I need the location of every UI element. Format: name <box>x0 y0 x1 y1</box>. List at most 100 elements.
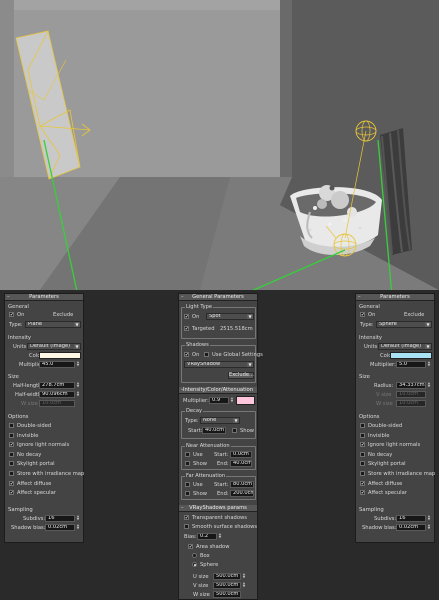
exclude-button[interactable]: Exclude... <box>228 372 254 379</box>
3d-viewport[interactable] <box>0 0 439 290</box>
area-shadow-checkbox[interactable] <box>188 544 193 549</box>
option-checkbox[interactable] <box>9 490 14 496</box>
near-show-checkbox[interactable] <box>185 461 190 466</box>
spinner-arrows-icon[interactable]: ▲ ▼ <box>427 381 431 389</box>
spinner-arrows-icon[interactable]: ▲ ▼ <box>76 523 80 531</box>
option-checkbox[interactable] <box>9 451 14 457</box>
option-checkbox[interactable] <box>9 442 14 448</box>
near-use-checkbox[interactable] <box>185 452 190 457</box>
units-dropdown[interactable]: Default (image) ▼ <box>378 343 432 350</box>
color-swatch[interactable] <box>39 352 81 359</box>
box-radio[interactable] <box>192 553 197 558</box>
decay-start-spinner[interactable]: 40.0cm <box>202 427 226 434</box>
shadow-type-dropdown[interactable]: VRayShadow ▼ <box>184 361 254 368</box>
spinner-arrows-icon[interactable]: ▲ ▼ <box>427 360 431 368</box>
light-type-dropdown[interactable]: Spot ▼ <box>206 313 254 320</box>
transparent-shadows-checkbox[interactable] <box>184 515 189 520</box>
smooth-surface-shadows-checkbox[interactable] <box>184 524 189 529</box>
targeted-checkbox[interactable] <box>184 326 189 331</box>
far-start-spinner[interactable]: 80.0cm <box>230 481 254 488</box>
option-label: Affect diffuse <box>17 480 52 487</box>
spinner-arrows-icon[interactable]: ▲ ▼ <box>427 523 431 531</box>
decay-show-checkbox[interactable] <box>232 428 237 433</box>
parameter-panels: –Parameters General On Exclude Type: Pla… <box>0 290 439 600</box>
subdivs-label: Subdivs: <box>374 516 397 522</box>
radius-spinner[interactable]: 34.337cm <box>396 382 426 389</box>
shadows-on-checkbox[interactable] <box>184 352 189 357</box>
w-size-spinner[interactable]: 500.0cm <box>213 591 241 598</box>
units-dropdown[interactable]: Default (image) ▼ <box>27 343 81 350</box>
far-end-spinner[interactable]: 200.0cm <box>230 490 254 497</box>
rollout-title: Intensity/Color/Attenuation <box>182 387 254 393</box>
exclude-button[interactable]: Exclude <box>53 312 73 318</box>
light-on-checkbox[interactable] <box>184 314 189 319</box>
on-label: On <box>368 312 376 318</box>
option-checkbox[interactable] <box>360 442 365 448</box>
left-rollout-header[interactable]: – Parameters <box>5 294 83 301</box>
option-checkbox[interactable] <box>9 480 14 486</box>
option-checkbox[interactable] <box>360 480 365 486</box>
option-checkbox[interactable] <box>360 451 365 457</box>
exclude-button[interactable]: Exclude <box>404 312 424 318</box>
spinner-arrows-icon[interactable]: ▲ ▼ <box>242 572 246 580</box>
on-checkbox[interactable] <box>360 312 365 317</box>
group-title: Far Attenuation <box>185 473 227 479</box>
option-checkbox[interactable] <box>9 471 14 476</box>
multiplier-spinner[interactable]: 45.0 <box>39 361 75 368</box>
units-value: Default (image) <box>30 343 71 349</box>
spinner-arrows-icon[interactable]: ▲ ▼ <box>242 581 246 589</box>
shadow-bias-spinner[interactable]: 0.02cm <box>396 524 426 531</box>
near-start-spinner[interactable]: 0.0cm <box>230 451 252 458</box>
half-width-spinner[interactable]: 90.096cm <box>39 391 75 398</box>
spinner-arrows-icon[interactable]: ▲ ▼ <box>76 360 80 368</box>
w-size-label: W size <box>21 401 38 407</box>
v-size-spinner[interactable]: 500.0cm <box>213 582 241 589</box>
option-checkbox[interactable] <box>360 423 365 428</box>
section-intensity: Intensity <box>359 335 383 341</box>
w-size-spinner: 10.0cm <box>39 400 75 407</box>
option-checkbox[interactable] <box>360 432 365 438</box>
option-checkbox[interactable] <box>360 490 365 496</box>
option-checkbox[interactable] <box>9 423 14 428</box>
option-checkbox[interactable] <box>360 461 365 467</box>
shadow-bias-spinner[interactable]: 0.02cm <box>45 524 75 531</box>
spinner-arrows-icon[interactable]: ▲ ▼ <box>76 381 80 389</box>
general-parameters-rollout-header[interactable]: – General Parameters <box>179 294 257 301</box>
w-size-spinner: 10.0cm <box>396 400 426 407</box>
multiplier-spinner[interactable]: 0.9 <box>209 397 229 404</box>
u-size-label: U size <box>193 574 209 580</box>
option-checkbox[interactable] <box>9 461 14 467</box>
decay-type-label: Type: <box>185 418 199 424</box>
light-color-swatch[interactable] <box>236 396 255 405</box>
intensity-rollout-header[interactable]: – Intensity/Color/Attenuation <box>179 387 257 394</box>
sphere-radio[interactable] <box>192 562 197 567</box>
rollout-title: Parameters <box>380 294 410 300</box>
subdivs-spinner[interactable]: 16 <box>396 515 426 522</box>
use-global-settings-label: Use Global Settings <box>212 352 263 358</box>
spinner-arrows-icon[interactable]: ▲ ▼ <box>427 514 431 522</box>
option-checkbox[interactable] <box>9 432 14 438</box>
vray-shadows-rollout-header[interactable]: – VRayShadows params <box>179 505 257 512</box>
spinner-arrows-icon[interactable]: ▲ ▼ <box>76 514 80 522</box>
far-use-checkbox[interactable] <box>185 482 190 487</box>
spinner-arrows-icon[interactable]: ▲ ▼ <box>218 532 222 540</box>
on-checkbox[interactable] <box>9 312 14 317</box>
multiplier-spinner[interactable]: 5.0 <box>396 361 426 368</box>
type-value: Plane <box>28 321 42 327</box>
subdivs-spinner[interactable]: 16 <box>45 515 75 522</box>
use-global-settings-checkbox[interactable] <box>204 352 209 357</box>
half-length-spinner[interactable]: 278.7cm <box>39 382 75 389</box>
spinner-arrows-icon[interactable]: ▲ ▼ <box>76 390 80 398</box>
color-swatch[interactable] <box>390 352 432 359</box>
type-dropdown[interactable]: Sphere ▼ <box>376 321 432 328</box>
near-end-spinner[interactable]: 40.0cm <box>230 460 252 467</box>
spinner-arrows-icon[interactable]: ▲ ▼ <box>230 396 234 404</box>
option-checkbox[interactable] <box>360 471 365 476</box>
bias-spinner[interactable]: 0.2 <box>197 533 217 540</box>
far-show-checkbox[interactable] <box>185 491 190 496</box>
u-size-spinner[interactable]: 500.0cm <box>213 573 241 580</box>
type-dropdown[interactable]: Plane ▼ <box>25 321 81 328</box>
option-label: Ignore light normals <box>17 442 70 449</box>
right-rollout-header[interactable]: – Parameters <box>356 294 434 301</box>
decay-type-dropdown[interactable]: None ▼ <box>200 417 240 424</box>
